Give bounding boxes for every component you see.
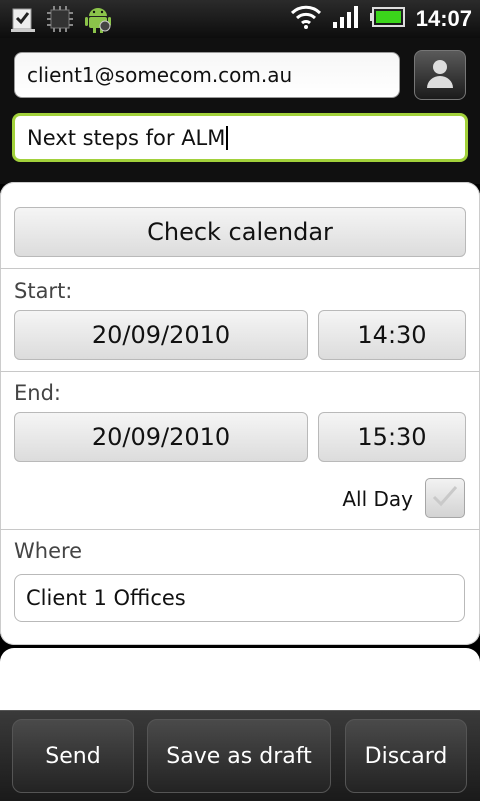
end-time-button[interactable]: 15:30 — [318, 412, 466, 462]
where-value: Client 1 Offices — [26, 586, 186, 610]
action-bar: Send Save as draft Discard — [0, 710, 480, 801]
where-label: Where — [14, 539, 83, 563]
download-complete-icon — [10, 5, 36, 37]
event-details-card: Check calendar Start: 20/09/2010 14:30 E… — [0, 182, 480, 645]
send-button[interactable]: Send — [12, 719, 134, 793]
where-input[interactable]: Client 1 Offices — [14, 574, 465, 622]
subject-field[interactable]: Next steps for ALM — [12, 113, 468, 162]
check-calendar-button[interactable]: Check calendar — [14, 207, 466, 257]
chip-icon — [46, 5, 74, 37]
recipient-value: client1@somecom.com.au — [27, 63, 293, 87]
check-calendar-label: Check calendar — [147, 218, 333, 246]
end-time-value: 15:30 — [357, 423, 427, 451]
end-label: End: — [14, 381, 61, 405]
start-time-value: 14:30 — [357, 321, 427, 349]
save-draft-button[interactable]: Save as draft — [147, 719, 331, 793]
start-date-button[interactable]: 20/09/2010 — [14, 310, 308, 360]
end-date-button[interactable]: 20/09/2010 — [14, 412, 308, 462]
text-cursor — [226, 125, 229, 150]
discard-button[interactable]: Discard — [345, 719, 467, 793]
divider — [0, 268, 480, 269]
status-bar: 14:07 — [0, 0, 480, 38]
checkmark-icon — [431, 484, 459, 512]
start-label: Start: — [14, 279, 73, 303]
wifi-icon — [290, 4, 322, 34]
send-label: Send — [45, 743, 101, 769]
end-date-value: 20/09/2010 — [91, 423, 231, 451]
save-draft-label: Save as draft — [166, 743, 312, 769]
all-day-label: All Day — [342, 487, 413, 511]
divider — [0, 371, 480, 372]
battery-icon — [369, 6, 406, 32]
recipient-field[interactable]: client1@somecom.com.au — [14, 52, 400, 98]
discard-label: Discard — [364, 743, 448, 769]
all-day-checkbox[interactable] — [425, 478, 465, 518]
subject-value: Next steps for ALM — [27, 125, 226, 150]
clock: 14:07 — [415, 6, 472, 31]
android-debug-icon — [84, 4, 112, 38]
compose-header: client1@somecom.com.au Next steps for AL… — [0, 38, 480, 184]
start-date-value: 20/09/2010 — [91, 321, 231, 349]
person-icon — [425, 57, 455, 93]
start-time-button[interactable]: 14:30 — [318, 310, 466, 360]
signal-icon — [332, 5, 360, 33]
add-contact-button[interactable] — [414, 50, 466, 100]
divider — [0, 529, 480, 530]
message-body-area[interactable] — [0, 648, 480, 718]
